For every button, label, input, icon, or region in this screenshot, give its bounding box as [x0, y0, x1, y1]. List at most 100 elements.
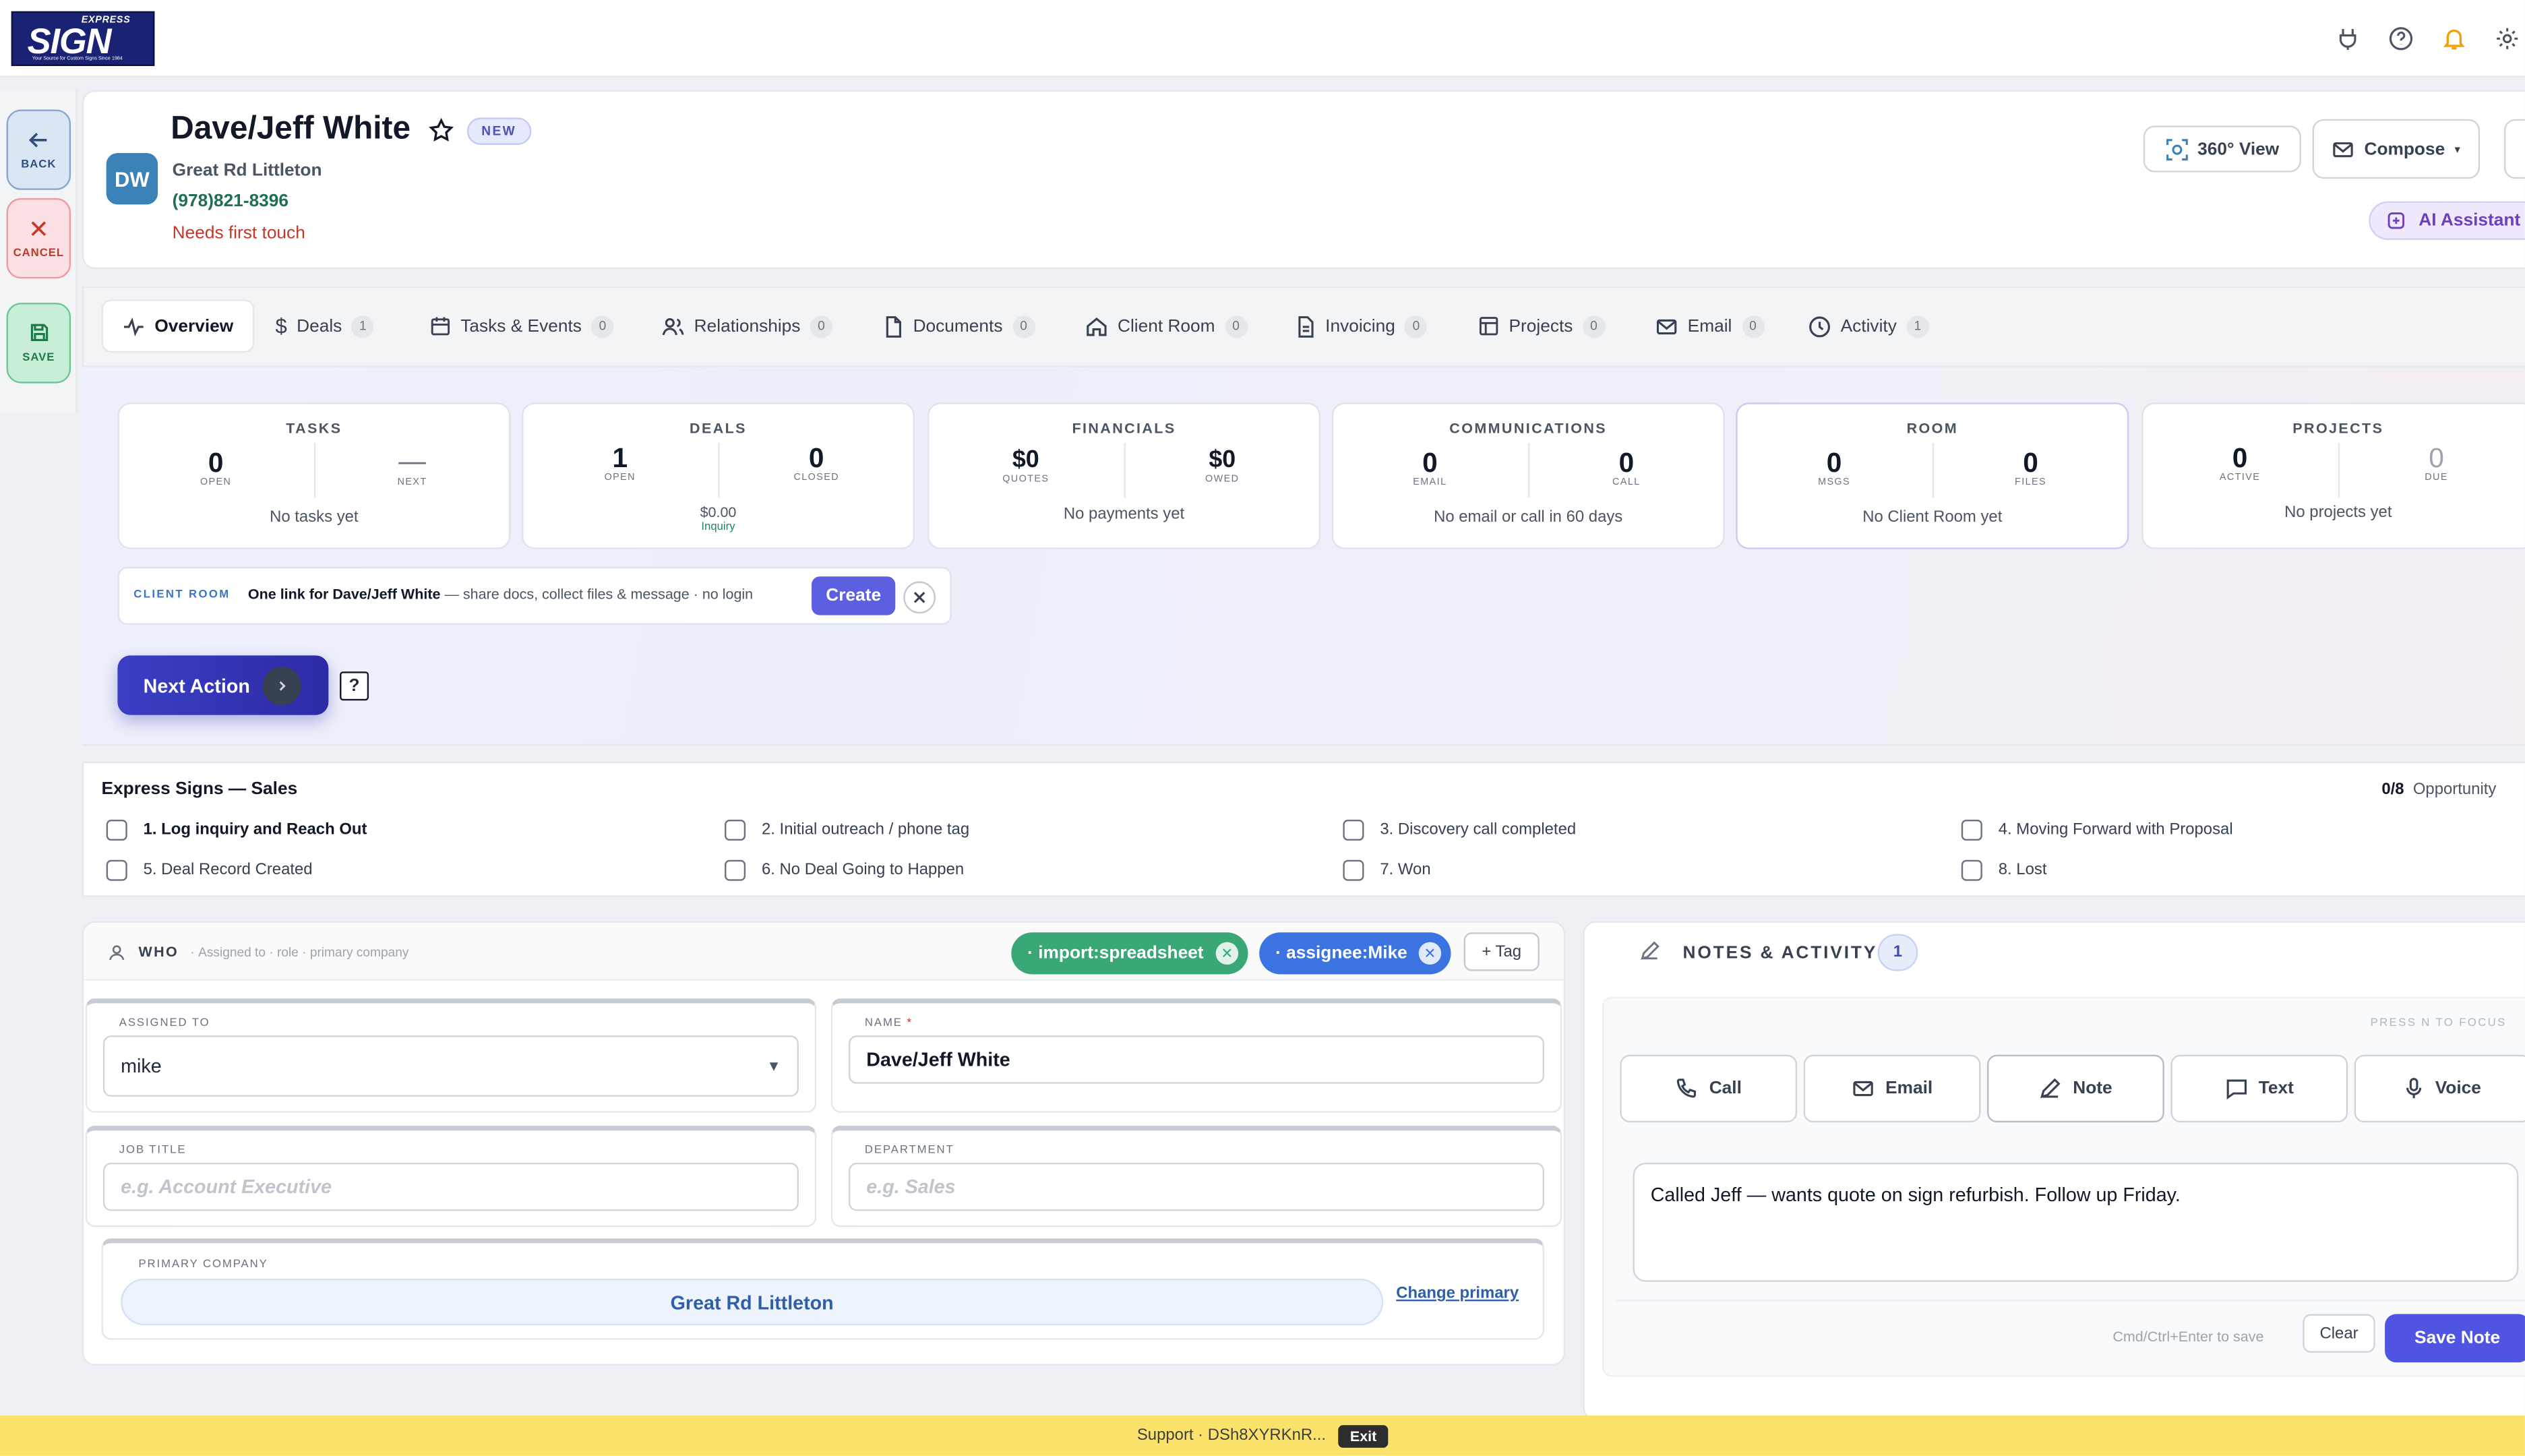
- stage-checkbox[interactable]: [1961, 820, 1982, 841]
- create-client-room-button[interactable]: Create: [812, 576, 896, 615]
- tab-activity[interactable]: Activity 1: [1808, 299, 1929, 353]
- stat-value: 0: [2023, 448, 2038, 479]
- stage-label: 3. Discovery call completed: [1380, 821, 1577, 839]
- stage-label: 1. Log inquiry and Reach Out: [143, 821, 367, 839]
- tag-assignee-mike[interactable]: · assignee:Mike ✕: [1259, 932, 1451, 975]
- tab-invoicing[interactable]: Invoicing 0: [1296, 299, 1428, 353]
- contact-phone[interactable]: (978)821-8396: [173, 191, 288, 211]
- tab-email[interactable]: Email 0: [1655, 299, 1765, 353]
- help-icon[interactable]: [2388, 26, 2414, 51]
- action-email-button[interactable]: Email: [1803, 1054, 1981, 1123]
- tab-client-room[interactable]: Client Room 0: [1085, 299, 1248, 353]
- assigned-to-select[interactable]: mike ▼: [102, 1035, 799, 1097]
- tab-documents[interactable]: Documents 0: [884, 299, 1035, 353]
- client-room-tag: CLIENT ROOM: [133, 589, 231, 601]
- user-icon: [108, 944, 125, 961]
- dismiss-banner-button[interactable]: [903, 581, 936, 614]
- help-button[interactable]: ?: [340, 671, 369, 701]
- action-call-button[interactable]: Call: [1620, 1054, 1798, 1123]
- stage-checkbox[interactable]: [1343, 820, 1364, 841]
- stage-checkbox[interactable]: [1343, 859, 1364, 881]
- more-button[interactable]: [2503, 119, 2525, 179]
- stat-footer: No projects yet: [2284, 504, 2392, 522]
- change-primary-link[interactable]: Change primary: [1396, 1285, 1519, 1302]
- support-bar: Support · DSh8XYRKnR... Exit: [0, 1415, 2525, 1456]
- action-note-button[interactable]: Note: [1987, 1054, 2164, 1123]
- pipeline-title: Express Signs — Sales: [101, 779, 298, 799]
- clear-button[interactable]: Clear: [2303, 1314, 2375, 1353]
- stage-checkbox[interactable]: [106, 859, 127, 881]
- stat-card-room[interactable]: ROOM 0 MSGS 0 FILES No Client Room yet: [1736, 402, 2129, 549]
- compose-button[interactable]: Compose ▾: [2312, 119, 2481, 179]
- envelope-icon: [1656, 318, 1677, 334]
- stat-label: OPEN: [604, 473, 636, 483]
- primary-company-value[interactable]: Great Rd Littleton: [121, 1278, 1384, 1326]
- tab-tasks-events[interactable]: Tasks & Events 0: [430, 299, 614, 353]
- job-title-input[interactable]: e.g. Account Executive: [102, 1162, 799, 1211]
- department-input[interactable]: e.g. Sales: [849, 1162, 1545, 1211]
- exit-support-button[interactable]: Exit: [1339, 1424, 1389, 1447]
- stat-title: TASKS: [286, 420, 342, 437]
- stat-value: 0: [808, 442, 824, 474]
- stat-value: 0: [1422, 448, 1438, 479]
- save-note-button[interactable]: Save Note: [2385, 1314, 2525, 1363]
- tab-relationships[interactable]: Relationships 0: [662, 299, 833, 353]
- stat-footer: No payments yet: [1063, 506, 1185, 524]
- stat-value: 1: [612, 442, 628, 474]
- star-icon[interactable]: [428, 117, 454, 143]
- tab-projects[interactable]: Projects 0: [1478, 299, 1606, 353]
- ai-assistant-button[interactable]: AI Assistant: [2369, 201, 2525, 240]
- stat-card-projects[interactable]: PROJECTS 0 ACTIVE 0 DUE No projects yet: [2141, 402, 2525, 549]
- tab-count: 0: [1405, 315, 1428, 338]
- users-icon: [662, 317, 684, 335]
- stat-card-deals[interactable]: DEALS 1 OPEN 0 CLOSED $0.00 Inquiry: [522, 402, 915, 549]
- name-label: NAME: [864, 1017, 903, 1029]
- stage-label: 7. Won: [1380, 861, 1431, 880]
- client-room-headline: One link for Dave/Jeff White: [247, 586, 441, 603]
- next-action-button[interactable]: Next Action: [117, 655, 329, 715]
- tab-deals[interactable]: $ Deals 1: [276, 299, 375, 353]
- view-360-button[interactable]: 360° View: [2143, 125, 2301, 173]
- action-text-button[interactable]: Text: [2170, 1054, 2348, 1123]
- bell-icon[interactable]: [2441, 26, 2467, 51]
- remove-tag-icon[interactable]: ✕: [1215, 942, 1239, 965]
- phone-icon: [1677, 1079, 1697, 1098]
- tab-label: Documents: [913, 316, 1003, 336]
- tab-overview[interactable]: Overview: [101, 299, 255, 353]
- name-input[interactable]: Dave/Jeff White: [849, 1035, 1545, 1084]
- cancel-button[interactable]: CANCEL: [6, 198, 71, 279]
- action-voice-button[interactable]: Voice: [2354, 1054, 2525, 1123]
- stat-footer: $0.00: [700, 504, 737, 520]
- notes-title: NOTES & ACTIVITY: [1682, 943, 1878, 963]
- close-icon: [31, 220, 47, 235]
- tab-label: Overview: [154, 316, 234, 336]
- tab-count: 0: [1012, 315, 1035, 338]
- add-tag-button[interactable]: + Tag: [1463, 932, 1540, 971]
- back-button[interactable]: BACK: [6, 109, 71, 190]
- plug-icon[interactable]: [2335, 26, 2361, 51]
- tab-count: 0: [1224, 315, 1248, 338]
- shortcut-hint: PRESS N TO FOCUS: [2370, 1017, 2507, 1029]
- action-label: Call: [1709, 1079, 1742, 1099]
- stat-label: ACTIVE: [2219, 473, 2261, 483]
- brand-logo[interactable]: EXPRESS SIGN Your Source for Custom Sign…: [11, 11, 155, 66]
- assigned-to-value: mike: [121, 1054, 162, 1078]
- note-textarea[interactable]: Called Jeff — wants quote on sign refurb…: [1633, 1162, 2519, 1282]
- stat-card-communications[interactable]: COMMUNICATIONS 0 EMAIL 0 CALL No email o…: [1331, 402, 1725, 549]
- stage-checkbox[interactable]: [725, 820, 746, 841]
- save-button[interactable]: SAVE: [6, 303, 71, 384]
- remove-tag-icon[interactable]: ✕: [1418, 942, 1442, 965]
- stat-card-tasks[interactable]: TASKS 0 OPEN — NEXT No tasks yet: [117, 402, 511, 549]
- gear-icon[interactable]: [2495, 26, 2520, 51]
- stat-value: —: [398, 446, 426, 477]
- stat-label: EMAIL: [1413, 478, 1447, 488]
- microphone-icon: [2406, 1078, 2422, 1099]
- stage-checkbox[interactable]: [725, 859, 746, 881]
- stat-label: QUOTES: [1002, 475, 1049, 485]
- tag-import-spreadsheet[interactable]: · import:spreadsheet ✕: [1011, 932, 1248, 975]
- stage-checkbox[interactable]: [106, 820, 127, 841]
- ai-assistant-label: AI Assistant: [2418, 210, 2521, 231]
- stage-checkbox[interactable]: [1961, 859, 1982, 881]
- tab-count: 0: [1582, 315, 1606, 338]
- stat-card-financials[interactable]: FINANCIALS $0 QUOTES $0 OWED No payments…: [927, 402, 1320, 549]
